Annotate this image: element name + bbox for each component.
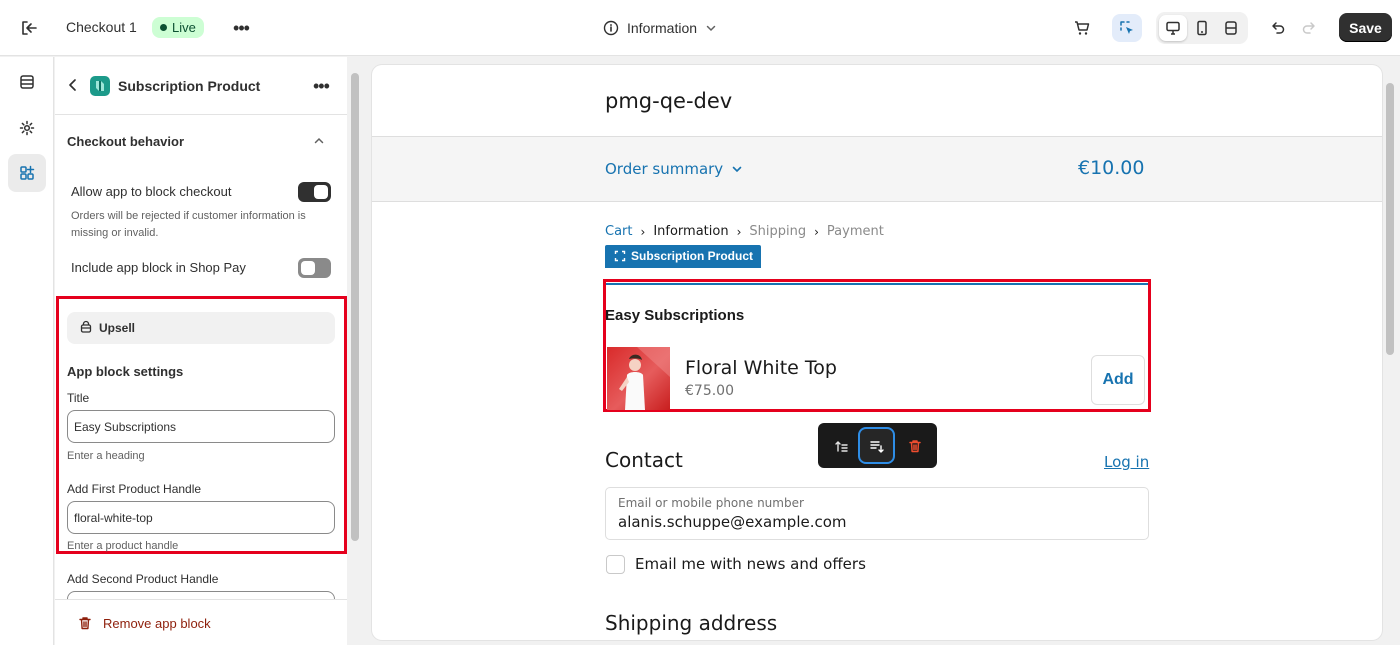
exit-icon[interactable] [18,17,40,39]
second-handle-label: Add Second Product Handle [67,572,219,586]
chevron-right-icon: › [640,224,646,239]
panel-header: Subscription Product ••• [55,57,347,115]
order-summary-bar[interactable]: Order summary €10.00 [372,136,1382,202]
breadcrumb-payment: Payment [826,224,884,239]
apps-icon[interactable] [8,154,46,192]
title-input[interactable] [67,410,335,443]
inspector-icon[interactable] [1112,14,1142,42]
breadcrumb: Cart › Information › Shipping › Payment [605,224,884,239]
trash-icon[interactable] [896,427,933,464]
block-type-label: Upsell [99,321,136,335]
more-icon[interactable]: ••• [230,17,252,39]
app-logo-icon [90,76,110,96]
cart-icon[interactable] [1067,14,1097,42]
settings-heading: App block settings [67,364,184,379]
settings-panel: Subscription Product ••• Checkout behavi… [55,57,347,645]
top-bar: Checkout 1 Live ••• Information Save [0,0,1400,56]
desktop-view-icon[interactable] [1159,15,1187,41]
breadcrumb-information: Information [653,224,729,239]
title-label: Title [67,391,90,405]
panel-scroll-thumb[interactable] [351,73,359,541]
shop-pay-label: Include app block in Shop Pay [71,260,246,275]
first-handle-hint: Enter a product handle [67,540,179,552]
product-name: Floral White Top [685,357,837,379]
save-button[interactable]: Save [1339,13,1392,42]
chevron-right-icon: › [736,224,742,239]
panel-scrollbar[interactable] [347,57,363,645]
title-hint: Enter a heading [67,450,145,462]
remove-block-button[interactable]: Remove app block [77,615,211,631]
contact-heading: Contact [605,448,683,472]
block-toolbar [818,423,937,468]
mobile-view-icon[interactable] [1188,15,1216,41]
device-switcher [1156,12,1248,44]
allow-block-toggle[interactable] [298,182,331,202]
shop-pay-toggle[interactable] [298,258,331,278]
shop-name: pmg-qe-dev [605,89,733,113]
block-icon [614,250,626,262]
order-summary-toggle[interactable]: Order summary [605,160,743,178]
block-type-chip: Upsell [67,312,335,344]
page-selector-label: Information [627,20,698,36]
back-icon[interactable] [66,77,80,93]
newsletter-checkbox[interactable] [606,555,625,574]
remove-block-label: Remove app block [103,615,211,631]
email-field-value: alanis.schuppe@example.com [618,513,847,531]
allow-block-label: Allow app to block checkout [71,184,232,199]
bag-icon [80,320,92,333]
breadcrumb-shipping: Shipping [749,224,807,239]
breadcrumb-cart[interactable]: Cart [605,224,633,239]
redo-icon[interactable] [1294,14,1324,42]
section-title: Checkout behavior [67,134,185,149]
chevron-down-icon [706,25,716,32]
email-field[interactable]: Email or mobile phone number alanis.schu… [605,487,1149,540]
move-up-icon[interactable] [822,427,859,464]
panel-footer: Remove app block [55,599,347,645]
preview-scroll-thumb[interactable] [1386,83,1394,355]
product-price: €75.00 [685,383,734,399]
order-summary-label: Order summary [605,160,724,178]
more-icon[interactable]: ••• [313,76,330,97]
first-handle-label: Add First Product Handle [67,482,202,496]
login-link[interactable]: Log in [1104,453,1149,471]
move-down-icon[interactable] [858,427,895,464]
undo-icon[interactable] [1263,14,1293,42]
panel-title: Subscription Product [118,78,261,94]
page-selector[interactable]: Information [603,17,717,39]
upsell-title: Easy Subscriptions [605,307,745,324]
trash-icon [79,617,91,630]
email-field-label: Email or mobile phone number [618,496,804,510]
fullscreen-view-icon[interactable] [1217,15,1245,41]
add-product-button[interactable]: Add [1091,355,1145,405]
newsletter-label: Email me with news and offers [635,555,866,573]
product-image [607,347,670,410]
allow-block-help: Orders will be rejected if customer info… [71,210,306,239]
block-tag[interactable]: Subscription Product [605,245,762,268]
order-total: €10.00 [1078,157,1145,179]
preview-scrollbar[interactable] [1383,65,1397,640]
checkout-name[interactable]: Checkout 1 [66,19,137,35]
chevron-down-icon [732,166,742,173]
block-tag-label: Subscription Product [631,249,754,263]
sections-icon[interactable] [8,63,46,101]
chevron-up-icon[interactable] [313,135,325,147]
info-icon [603,20,619,36]
checkout-preview: pmg-qe-dev Order summary €10.00 Cart › I… [372,65,1382,640]
first-handle-input[interactable] [67,501,335,534]
left-rail [0,57,54,645]
shipping-heading: Shipping address [605,611,778,635]
chevron-right-icon: › [814,224,819,239]
gear-icon[interactable] [8,109,46,147]
status-badge: Live [152,17,204,38]
